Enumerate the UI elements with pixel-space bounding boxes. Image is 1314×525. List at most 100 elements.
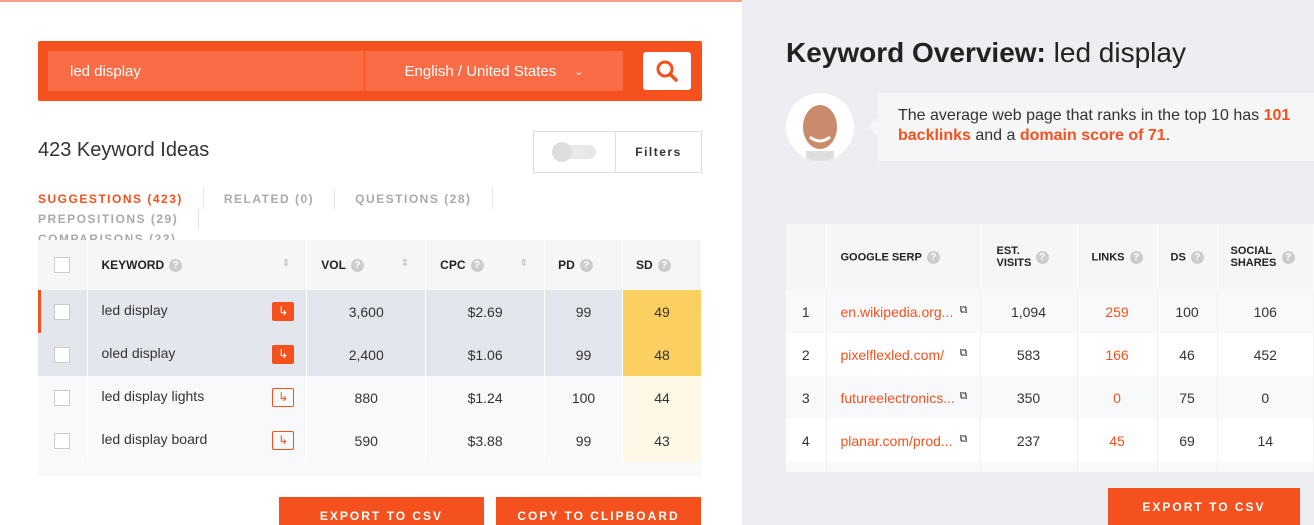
serp-url-link[interactable]: planar.com/prod... [841,433,953,449]
help-icon[interactable]: ? [1129,250,1143,264]
tab-related[interactable]: RELATED (0) [224,189,336,209]
sd-cell: 49 [622,290,702,333]
serp-url-link[interactable]: futureelectronics... [841,390,955,406]
open-keyword-icon[interactable]: ↳ [272,302,295,321]
sd-cell: 44 [622,376,702,419]
rank-cell: 4 [786,419,827,462]
tab-questions[interactable]: QUESTIONS (28) [355,189,493,209]
header-rank [786,224,827,290]
keyword-row[interactable]: oled display ↳ 2,400 $1.06 99 48 [38,333,702,376]
keyword-row[interactable]: led display board ↳ 590 $3.88 99 43 [38,419,702,462]
tab-prepositions[interactable]: PREPOSITIONS (29) [38,209,200,229]
external-link-icon[interactable]: ⧉ [960,347,968,360]
serp-row: 4 planar.com/prod... ⧉ 237 45 69 14 [786,419,1314,462]
filters-button[interactable]: Filters [616,132,701,172]
serp-row: 2 pixelflexled.com/ ⧉ 583 166 46 452 [786,333,1314,376]
header-pd[interactable]: PD? [544,240,623,290]
tab-suggestions[interactable]: SUGGESTIONS (423) [38,189,204,209]
select-all-checkbox[interactable] [54,257,70,273]
language-select[interactable]: English / United States ⌄ [365,51,623,91]
select-all-header [38,240,89,290]
ds-cell: 46 [1157,333,1218,376]
chevron-down-icon: ⌄ [574,65,584,78]
header-vol[interactable]: VOL? ⇕ [306,240,427,290]
keyword-row[interactable]: led display lights ↳ 880 $1.24 100 44 [38,376,702,419]
keyword-input[interactable] [48,51,364,91]
header-label: DS [1170,250,1186,263]
header-cpc[interactable]: CPC? ⇕ [425,240,546,290]
sort-icon[interactable]: ⇕ [282,258,290,269]
help-icon[interactable]: ? [657,259,671,273]
links-cell: 0 [1077,462,1158,472]
row-select [38,376,89,419]
row-checkbox[interactable] [54,433,70,450]
shares-cell: 0 [1217,462,1314,472]
pd-cell: 99 [544,290,623,333]
help-icon[interactable]: ? [579,259,593,273]
header-sd[interactable]: SD? [622,240,702,290]
help-icon[interactable]: ? [1035,250,1049,264]
sd-cell: 43 [622,419,702,462]
keyword-text[interactable]: led display board [101,431,207,447]
header-visits: EST. VISITS? [980,224,1078,290]
external-link-icon[interactable]: ⧉ [960,304,968,317]
rank-cell: 3 [786,376,827,419]
keyword-text[interactable]: led display lights [101,388,204,404]
search-button[interactable] [643,52,691,90]
sort-icon[interactable]: ⇕ [401,258,409,269]
header-label: SD [636,257,653,272]
keyword-row[interactable]: led display ↳ 3,600 $2.69 99 49 [38,290,702,333]
external-link-icon[interactable]: ⧉ [960,433,968,446]
external-link-icon[interactable]: ⧉ [960,390,968,403]
shares-cell: 452 [1217,333,1314,376]
visits-cell: 583 [980,333,1078,376]
keyword-cell: led display board ↳ [87,419,308,462]
keyword-text[interactable]: oled display [101,345,175,361]
help-icon[interactable]: ? [926,250,940,264]
header-label: VOL [321,257,346,272]
pd-cell: 99 [544,333,623,376]
links-cell: 0 [1077,376,1158,419]
shares-cell: 14 [1217,419,1314,462]
header-label: EST. VISITS [996,245,1032,269]
row-checkbox[interactable] [54,347,70,364]
ds-cell: 75 [1157,376,1218,419]
serp-row: 1 en.wikipedia.org... ⧉ 1,094 259 100 106 [786,290,1314,333]
row-checkbox[interactable] [54,304,70,321]
row-checkbox[interactable] [54,390,70,407]
header-label: LINKS [1091,250,1125,263]
header-shares: SOCIAL SHARES? [1217,224,1314,290]
language-label: English / United States [404,62,557,80]
help-icon[interactable]: ? [350,259,364,273]
ds-cell: 100 [1157,290,1218,333]
sort-icon[interactable]: ⇕ [520,258,528,269]
keyword-cell: led display lights ↳ [87,376,308,419]
keyword-table: KEYWORD? ⇕ VOL? ⇕ CPC? ⇕ PD? SD? led displa… [38,240,702,462]
serp-url-link[interactable]: pixelflexled.com/ [841,347,945,363]
overview-title: Keyword Overview: led display [786,37,1186,69]
copy-clipboard-button[interactable]: COPY TO CLIPBOARD [496,497,701,525]
shares-cell: 106 [1217,290,1314,333]
export-csv-button[interactable]: EXPORT TO CSV [279,497,484,525]
header-label: CPC [440,257,466,272]
keyword-text[interactable]: led display [101,302,167,318]
domain-score-value: domain score of 71 [1019,127,1166,144]
help-icon[interactable]: ? [1281,250,1295,264]
header-keyword[interactable]: KEYWORD? ⇕ [87,240,308,290]
help-icon[interactable]: ? [1190,250,1204,264]
open-keyword-icon[interactable]: ↳ [272,388,295,407]
rank-cell: 1 [786,290,827,333]
help-icon[interactable]: ? [169,259,183,273]
links-cell: 45 [1077,419,1158,462]
serp-url-cell: pixelflexled.com/ ⧉ [826,333,981,376]
open-keyword-icon[interactable]: ↳ [272,345,295,364]
help-icon[interactable]: ? [470,259,484,273]
top-divider [0,0,742,2]
export-csv-right-button[interactable]: EXPORT TO CSV [1108,488,1300,525]
row-select [38,419,89,462]
serp-row: 5 barco.com/en/p...⧉ 168 0 82 0 [786,462,1314,472]
ds-cell: 69 [1157,419,1218,462]
open-keyword-icon[interactable]: ↳ [272,431,295,450]
serp-url-link[interactable]: en.wikipedia.org... [841,304,954,320]
filter-toggle[interactable] [534,132,616,172]
